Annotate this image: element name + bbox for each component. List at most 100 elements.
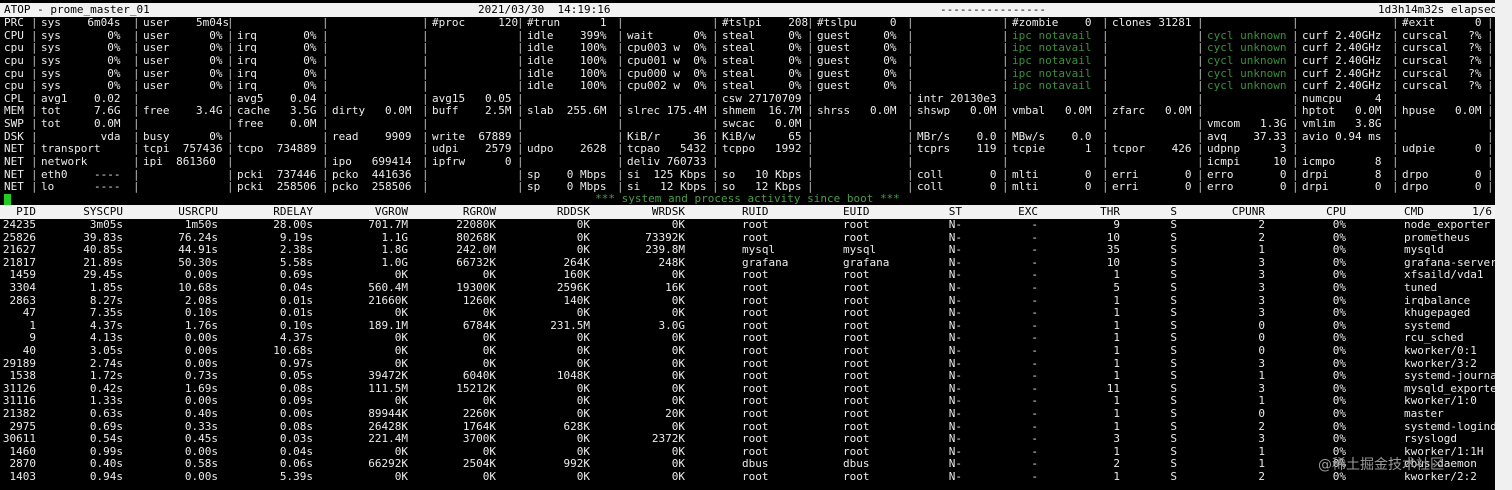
column-header-cpu: CPU	[1326, 205, 1346, 218]
header-dashes: ----------------	[940, 3, 1046, 16]
separator: |	[617, 53, 624, 67]
separator: |	[227, 53, 234, 67]
cell-rgrow: 0K	[482, 331, 496, 345]
cell-rdelay: 2.38s	[279, 243, 313, 257]
metric-cell: #zombie 0	[1012, 16, 1092, 29]
cell-rdelay: 0.05s	[279, 369, 313, 383]
cell-wrdsk: 0K	[671, 457, 685, 471]
separator: |	[712, 16, 719, 29]
metric-cell: hpuse 0.0M	[1402, 104, 1482, 118]
separator: |	[422, 117, 429, 131]
table-row[interactable]: 1538 1.72s 0.73s 0.05s 39472K 6040K 1048K 0K roo…	[0, 369, 1497, 383]
separator: |	[133, 79, 140, 93]
cell-s: S	[1170, 318, 1177, 332]
cell-wrdsk: 0K	[671, 444, 685, 458]
cell-s: S	[1170, 444, 1177, 458]
metric-cell: cpu001 w 0%	[627, 53, 707, 67]
cell-rddsk: 0K	[576, 469, 590, 483]
table-row[interactable]: 24235 3m05s 1m50s 28.00s 701.7M 22080K 0K 0K roo…	[0, 218, 1495, 232]
metric-cell: slrec 175.4M	[627, 104, 707, 118]
table-row[interactable]: 47 7.35s 0.10s 0.01s 0K 0K 0K 0K root root N- -1 S 3 0…	[0, 307, 1495, 320]
cell-vgrow: 0K	[394, 306, 408, 320]
cell-rddsk: 0K	[576, 406, 590, 420]
cell-vgrow: 221.4M	[368, 432, 408, 446]
metric-cell: tcprs 119	[917, 142, 997, 156]
separator: |	[1487, 117, 1494, 131]
column-header-syscpu: SYSCPU	[83, 205, 123, 218]
table-row[interactable]: 30611 0.54s 0.45s 0.03s 221.4M 3700K 0K 2372K ro…	[0, 432, 1495, 446]
metric-cell: idle 100%	[527, 53, 607, 67]
metric-cell: curf 2.40GHz	[1302, 53, 1382, 67]
separator: |	[227, 79, 234, 93]
cell-vgrow: 111.5M	[368, 381, 408, 395]
cell-usrcpu: 44.91s	[178, 243, 218, 257]
separator: |	[1392, 53, 1399, 67]
cell-s: S	[1170, 306, 1177, 320]
cell-s: S	[1170, 293, 1177, 307]
cell-syscpu: 0.54s	[89, 432, 123, 446]
separator: |	[1197, 16, 1204, 29]
cell-wrdsk: 16K	[665, 280, 685, 294]
scrollbar[interactable]	[1495, 0, 1512, 490]
table-row[interactable]: 2870 0.40s 0.58s 0.06s 66292K 2504K 992K 0K dbus…	[0, 458, 1495, 471]
metric-cell: ipi 861360	[143, 155, 216, 169]
separator: |	[422, 16, 429, 29]
cell-rgrow: 66732K	[456, 255, 496, 269]
cell-vgrow: 0K	[394, 343, 408, 357]
metric-cell: #trun 1	[527, 16, 607, 29]
cell-ruid: root	[742, 406, 769, 420]
separator: |	[1487, 53, 1494, 67]
cell-wrdsk: 0K	[671, 469, 685, 483]
separator: |	[807, 155, 814, 169]
window-title: ATOP - prome_master_01	[4, 3, 150, 16]
cell-rddsk: 2596K	[556, 280, 590, 294]
metric-cell: slab 255.6M	[527, 104, 607, 118]
cell-rgrow: 6040K	[462, 369, 496, 383]
cell-s: S	[1170, 457, 1177, 471]
separator: |	[1392, 155, 1399, 169]
cell-wrdsk: 239.8M	[645, 243, 685, 257]
metric-cell: clones 31281	[1112, 16, 1192, 29]
metric-cell: #exit 0	[1402, 16, 1482, 29]
cell-vgrow: 560.4M	[368, 280, 408, 294]
cell-rddsk: 140K	[563, 293, 591, 307]
metric-cell: #proc 120	[432, 16, 519, 29]
cell-syscpu: 1.72s	[89, 369, 123, 383]
separator: |	[31, 16, 38, 29]
cell-vgrow: 189.1M	[368, 318, 408, 332]
metric-cell: udpie 0	[1402, 142, 1482, 156]
cell-vgrow: 701.7M	[368, 218, 408, 231]
metric-cell: tcppo 1992	[722, 142, 802, 156]
table-row[interactable]: 40 3.05s 0.00s 10.68s 0K 0K 0K 0K root root N- -1 S 0…	[0, 343, 1495, 358]
separator: |	[807, 79, 814, 93]
cell-rddsk: 0K	[576, 432, 590, 446]
system-stats-panel: PRC | sys 6m04s | user 5m04s | | | #proc 120 | #tr…	[0, 16, 1495, 194]
cell-wrdsk: 0K	[671, 306, 685, 320]
metric-cell: ipc notavail	[1012, 53, 1092, 67]
column-header-rdelay: RDELAY	[273, 205, 313, 218]
table-row[interactable]: 1403 0.94s 0.00s 5.39s 0K 0K 0K 0K root root N- -1 S…	[0, 469, 1495, 484]
cell-rddsk: 0K	[576, 243, 590, 257]
metric-cell: steal 0%	[722, 79, 802, 93]
metric-cell: vmlim 3.8G	[1302, 117, 1382, 131]
separator: |	[133, 53, 140, 67]
separator: |	[1292, 155, 1299, 169]
separator: |	[712, 117, 719, 131]
table-row[interactable]: 3304 1.85s 10.68s 0.04s 560.4M 19300K 2596K 16K…	[0, 280, 1495, 295]
separator: |	[133, 117, 140, 131]
cell-s: S	[1170, 469, 1177, 483]
column-header-s: S	[1170, 205, 1177, 218]
metric-cell: free 3.4G	[143, 104, 223, 118]
table-row[interactable]: 21627 40.85s 44.91s 2.38s 1.8G 242.0M 0K 239.8M…	[0, 244, 1495, 257]
separator: |	[617, 16, 624, 29]
separator: |	[133, 155, 140, 169]
cell-rdelay: 0.01s	[279, 306, 313, 320]
separator: |	[31, 53, 38, 67]
metric-cell: ipfrw 0	[432, 155, 512, 169]
column-header-wrdsk: WRDSK	[651, 205, 685, 218]
table-row[interactable]: 21382 0.63s 0.40s 0.00s 89944K 2260K 0K 20K root…	[0, 406, 1495, 421]
separator: |	[907, 16, 914, 29]
system-row-cpu: cpu | sys 0% | user 0% | irq 0% | | | idle 100% | cp…	[0, 80, 1495, 93]
separator: |	[422, 79, 429, 93]
separator: |	[1487, 79, 1494, 93]
